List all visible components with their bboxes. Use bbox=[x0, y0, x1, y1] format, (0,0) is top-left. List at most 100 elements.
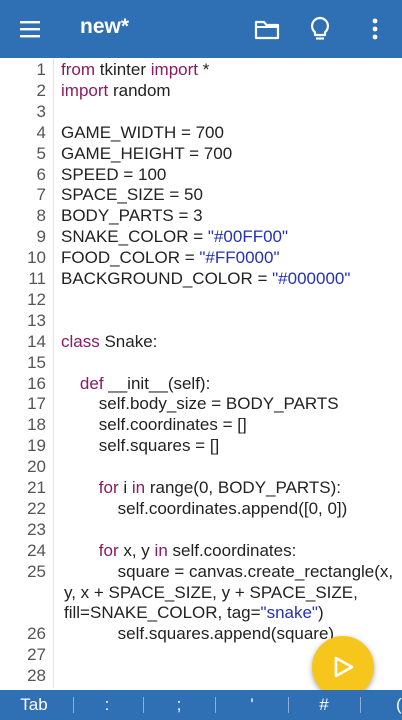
code-editor[interactable]: 1 from tkinter import * 2 import random 3 4 GA… bbox=[0, 58, 402, 688]
keyword-token: in bbox=[154, 540, 168, 560]
code-line[interactable]: BODY_PARTS = 3 bbox=[61, 206, 203, 226]
code-line[interactable]: GAME_WIDTH = 700 bbox=[61, 123, 224, 143]
menu-icon[interactable] bbox=[18, 17, 42, 41]
line-number: 22 bbox=[27, 498, 46, 518]
line-number: 20 bbox=[27, 457, 46, 477]
code-token: ) bbox=[317, 603, 324, 623]
line-number: 1 bbox=[36, 60, 46, 79]
line-number: 17 bbox=[27, 394, 46, 414]
code-line[interactable]: SPACE_SIZE = 50 bbox=[61, 185, 203, 205]
code-line[interactable]: SNAKE_COLOR = "#00FF00" bbox=[61, 227, 288, 247]
line-number: 9 bbox=[36, 227, 46, 247]
play-icon bbox=[334, 656, 354, 678]
code-token: self.coordinates.append([0, 0]) bbox=[61, 498, 348, 518]
line-number: 21 bbox=[27, 478, 46, 497]
code-line[interactable]: self.squares = [] bbox=[61, 436, 219, 456]
keyword-token: for bbox=[98, 540, 119, 560]
code-line[interactable]: for i in range(0, BODY_PARTS): bbox=[61, 478, 341, 498]
code-line[interactable]: square = canvas.create_rectangle(x, bbox=[61, 562, 393, 582]
keyword-token: class bbox=[61, 331, 100, 351]
line-number: 26 bbox=[27, 624, 46, 644]
line-number: 19 bbox=[27, 436, 46, 456]
code-token: self.coordinates: bbox=[167, 540, 297, 560]
code-line[interactable]: from tkinter import * bbox=[61, 60, 209, 80]
app-bar: new* bbox=[0, 0, 402, 58]
folder-icon[interactable] bbox=[253, 15, 281, 43]
keyword-token: from bbox=[61, 60, 95, 79]
code-token: x, y bbox=[118, 540, 155, 560]
keyword-token: def bbox=[79, 373, 104, 393]
extra-keys-bar: Tab : ; ' # ( bbox=[0, 690, 402, 720]
line-number: 8 bbox=[36, 206, 46, 226]
code-line[interactable]: self.squares.append(square) bbox=[61, 624, 334, 644]
code-line[interactable]: class Snake: bbox=[61, 332, 157, 352]
code-token: i bbox=[118, 478, 132, 497]
line-number: 12 bbox=[27, 289, 46, 309]
line-number: 10 bbox=[27, 248, 46, 268]
code-line[interactable]: for x, y in self.coordinates: bbox=[61, 540, 297, 561]
key-colon[interactable]: : bbox=[85, 690, 129, 720]
line-number: 11 bbox=[28, 269, 46, 288]
code-line[interactable]: FOOD_COLOR = "#FF0000" bbox=[61, 248, 280, 268]
code-line[interactable]: fill=SNAKE_COLOR, tag="snake") bbox=[64, 603, 324, 623]
code-line[interactable]: def __init__(self): bbox=[61, 374, 210, 394]
line-number: 16 bbox=[27, 373, 46, 393]
code-token: GAME_HEIGHT = 700 bbox=[61, 143, 233, 163]
line-number: 14 bbox=[27, 331, 46, 351]
code-token: BODY_PARTS = 3 bbox=[61, 206, 203, 226]
line-number: 5 bbox=[36, 143, 46, 163]
line-number: 4 bbox=[36, 122, 46, 142]
code-token: SNAKE_COLOR = bbox=[61, 227, 208, 247]
keyword-token: import bbox=[150, 60, 198, 79]
string-token: "#000000" bbox=[272, 269, 351, 288]
key-apostrophe[interactable]: ' bbox=[230, 690, 274, 720]
code-token: SPACE_SIZE = 50 bbox=[61, 185, 203, 205]
code-token: range(0, BODY_PARTS): bbox=[145, 478, 341, 497]
key-paren[interactable]: ( bbox=[374, 690, 402, 720]
code-line[interactable]: y, x + SPACE_SIZE, y + SPACE_SIZE, bbox=[64, 583, 358, 603]
key-tab[interactable]: Tab bbox=[8, 690, 60, 720]
line-number: 3 bbox=[36, 101, 46, 121]
code-token: square = canvas.create_rectangle(x, bbox=[61, 561, 394, 581]
code-line[interactable]: BACKGROUND_COLOR = "#000000" bbox=[61, 269, 350, 289]
code-line[interactable]: self.coordinates.append([0, 0]) bbox=[61, 498, 348, 519]
key-divider bbox=[215, 697, 216, 713]
lightbulb-icon[interactable] bbox=[306, 15, 334, 43]
line-number: 25 bbox=[27, 561, 46, 581]
code-line[interactable]: GAME_HEIGHT = 700 bbox=[61, 144, 232, 164]
line-number: 13 bbox=[27, 310, 46, 330]
line-number: 27 bbox=[27, 645, 46, 665]
keyword-token: in bbox=[131, 478, 146, 497]
code-token: tkinter bbox=[95, 60, 151, 79]
code-token: GAME_WIDTH = 700 bbox=[61, 122, 224, 142]
line-number: 2 bbox=[36, 80, 46, 100]
code-line[interactable]: SPEED = 100 bbox=[61, 165, 166, 185]
keyword-token: for bbox=[98, 478, 119, 497]
key-semicolon[interactable]: ; bbox=[157, 690, 201, 720]
line-number: 18 bbox=[27, 415, 46, 435]
code-line[interactable]: self.body_size = BODY_PARTS bbox=[61, 394, 339, 414]
code-token: FOOD_COLOR = bbox=[61, 248, 200, 268]
key-divider bbox=[288, 697, 289, 713]
file-title: new* bbox=[80, 15, 130, 38]
code-line[interactable]: import random bbox=[61, 81, 171, 101]
code-token: self.squares = [] bbox=[61, 436, 220, 456]
code-token: y, x + SPACE_SIZE, y + SPACE_SIZE, bbox=[64, 582, 358, 602]
key-divider bbox=[143, 697, 144, 713]
line-number: 6 bbox=[36, 164, 46, 184]
code-token: SPEED = 100 bbox=[61, 164, 167, 184]
run-button[interactable] bbox=[312, 636, 374, 698]
code-token: self.body_size = BODY_PARTS bbox=[61, 394, 339, 414]
line-number: 24 bbox=[27, 540, 46, 560]
key-divider bbox=[360, 697, 361, 713]
line-number: 28 bbox=[27, 666, 46, 686]
code-line[interactable]: self.coordinates = [] bbox=[61, 415, 247, 435]
key-hash[interactable]: # bbox=[302, 690, 346, 720]
code-token: fill=SNAKE_COLOR, tag= bbox=[64, 603, 261, 623]
code-token: BACKGROUND_COLOR = bbox=[61, 269, 273, 288]
line-number: 15 bbox=[27, 352, 46, 372]
more-vert-icon[interactable] bbox=[361, 15, 389, 43]
code-token: Snake: bbox=[99, 331, 158, 351]
